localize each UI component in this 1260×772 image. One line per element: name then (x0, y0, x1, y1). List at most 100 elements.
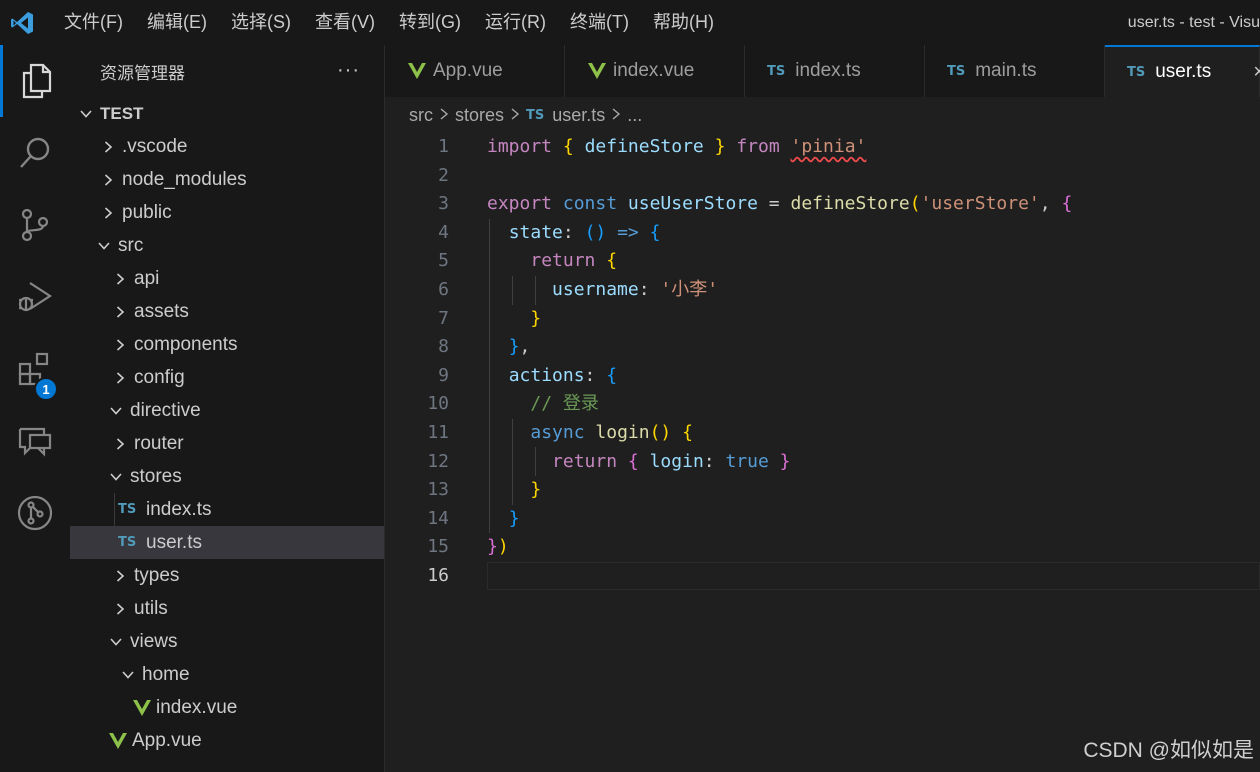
tree-root-test[interactable]: TEST (70, 97, 384, 130)
token: const (562, 193, 618, 215)
menu-help[interactable]: 帮助(H) (641, 0, 726, 45)
tree-item-views[interactable]: views (70, 625, 384, 658)
vue-file-icon (587, 61, 607, 81)
token: , (1039, 193, 1051, 215)
activity-bar: 1 (0, 45, 70, 772)
breadcrumb-src[interactable]: src (409, 105, 433, 126)
tree-item-config[interactable]: config (70, 361, 384, 394)
line-number: 11 (427, 422, 449, 443)
code-editor[interactable]: 1 2 3 4 5 6 7 8 9 10 11 12 13 14 15 16 i… (385, 133, 1260, 772)
sidebar-title: 资源管理器 (100, 63, 185, 83)
tree-item-label: views (130, 630, 178, 652)
breadcrumb: src stores TS user.ts ... (385, 97, 1260, 133)
token: defineStore (584, 136, 704, 157)
menu-terminal[interactable]: 终端(T) (558, 0, 641, 45)
menu-bar: 文件(F) 编辑(E) 选择(S) 查看(V) 转到(G) 运行(R) 终端(T… (44, 0, 726, 45)
token: { (606, 364, 618, 386)
code-line-12: return { login: true } (487, 448, 790, 477)
breadcrumb-stores[interactable]: stores (455, 105, 504, 126)
run-debug-icon[interactable] (0, 261, 70, 333)
tree-item-components[interactable]: components (70, 328, 384, 361)
line-number: 8 (438, 336, 449, 358)
explorer-icon[interactable] (0, 45, 70, 117)
chevron-down-icon (76, 104, 96, 124)
menu-run[interactable]: 运行(R) (473, 0, 558, 45)
token: : (562, 221, 574, 243)
code-comment: // 登录 (530, 393, 599, 415)
tree-item-directive[interactable]: directive (70, 394, 384, 427)
tree-item-utils[interactable]: utils (70, 592, 384, 625)
token: } (530, 479, 542, 501)
tree-item-label: .vscode (122, 135, 188, 157)
current-line-highlight (487, 562, 1260, 590)
line-number: 1 (438, 136, 449, 157)
code-line-13: } (487, 476, 541, 505)
tree-file-index-vue[interactable]: index.vue (70, 691, 384, 724)
tree-item-label: directive (130, 399, 201, 421)
menu-go[interactable]: 转到(G) (387, 0, 473, 45)
chevron-down-icon (106, 467, 126, 487)
tree-item-label: types (134, 564, 180, 586)
tree-item-label: stores (130, 465, 182, 487)
tree-item-types[interactable]: types (70, 559, 384, 592)
token: username (552, 279, 639, 300)
chevron-right-icon (510, 105, 520, 126)
menu-selection[interactable]: 选择(S) (219, 0, 303, 45)
source-control-icon[interactable] (0, 189, 70, 261)
tab-label: App.vue (433, 60, 503, 81)
code-line-15: }) (487, 533, 509, 562)
breadcrumb-file[interactable]: user.ts (552, 105, 605, 126)
tree-item-vscode[interactable]: .vscode (70, 130, 384, 163)
line-number: 12 (427, 450, 449, 472)
tree-file-app-vue[interactable]: App.vue (70, 724, 384, 757)
tree-item-label: assets (134, 300, 189, 322)
tree-item-public[interactable]: public (70, 196, 384, 229)
menu-file[interactable]: 文件(F) (52, 0, 135, 45)
editor-tabs: App.vue index.vue TS index.ts TS main.ts… (385, 45, 1260, 97)
token: : (584, 364, 596, 386)
typescript-file-icon: TS (947, 63, 966, 79)
token: ( (909, 193, 921, 215)
sidebar-header: 资源管理器 ··· (70, 45, 384, 97)
search-icon[interactable] (0, 117, 70, 189)
vue-file-icon (108, 731, 128, 751)
tree-file-user-ts[interactable]: TS user.ts (70, 526, 384, 559)
breadcrumb-symbols[interactable]: ... (627, 105, 642, 126)
line-number: 9 (438, 364, 449, 386)
token: () (649, 422, 672, 443)
typescript-file-icon: TS (118, 535, 137, 550)
tree-item-node-modules[interactable]: node_modules (70, 163, 384, 196)
chevron-down-icon (94, 236, 114, 256)
token: () (584, 221, 607, 243)
tab-index-ts[interactable]: TS index.ts (745, 45, 925, 97)
tab-user-ts[interactable]: TS user.ts × (1105, 45, 1260, 97)
menu-view[interactable]: 查看(V) (303, 0, 387, 45)
tab-label: main.ts (975, 60, 1037, 81)
tab-main-ts[interactable]: TS main.ts (925, 45, 1105, 97)
tree-item-assets[interactable]: assets (70, 295, 384, 328)
token-error: 'pinia' (790, 136, 867, 157)
more-actions-icon[interactable]: ··· (337, 59, 360, 82)
tree-item-stores[interactable]: stores (70, 460, 384, 493)
tree-item-api[interactable]: api (70, 262, 384, 295)
tree-item-home[interactable]: home (70, 658, 384, 691)
menu-edit[interactable]: 编辑(E) (135, 0, 219, 45)
chevron-down-icon (106, 401, 126, 421)
tree-item-label: components (134, 333, 238, 355)
token: { (1061, 193, 1073, 215)
tree-item-router[interactable]: router (70, 427, 384, 460)
close-icon[interactable]: × (1253, 61, 1260, 84)
token: true (725, 450, 769, 472)
code-line-14: } (487, 505, 520, 534)
tab-app-vue[interactable]: App.vue (385, 45, 565, 97)
tab-index-vue[interactable]: index.vue (565, 45, 745, 97)
token: { (682, 422, 693, 443)
chevron-right-icon (98, 203, 118, 223)
code-line-1: import { defineStore } from 'pinia' (487, 133, 866, 162)
extensions-icon[interactable]: 1 (0, 333, 70, 405)
chevron-right-icon (110, 368, 130, 388)
remote-explorer-icon[interactable] (0, 405, 70, 477)
git-graph-icon[interactable] (0, 477, 70, 549)
tree-item-src[interactable]: src (70, 229, 384, 262)
tree-file-index-ts[interactable]: TS index.ts (70, 493, 384, 526)
